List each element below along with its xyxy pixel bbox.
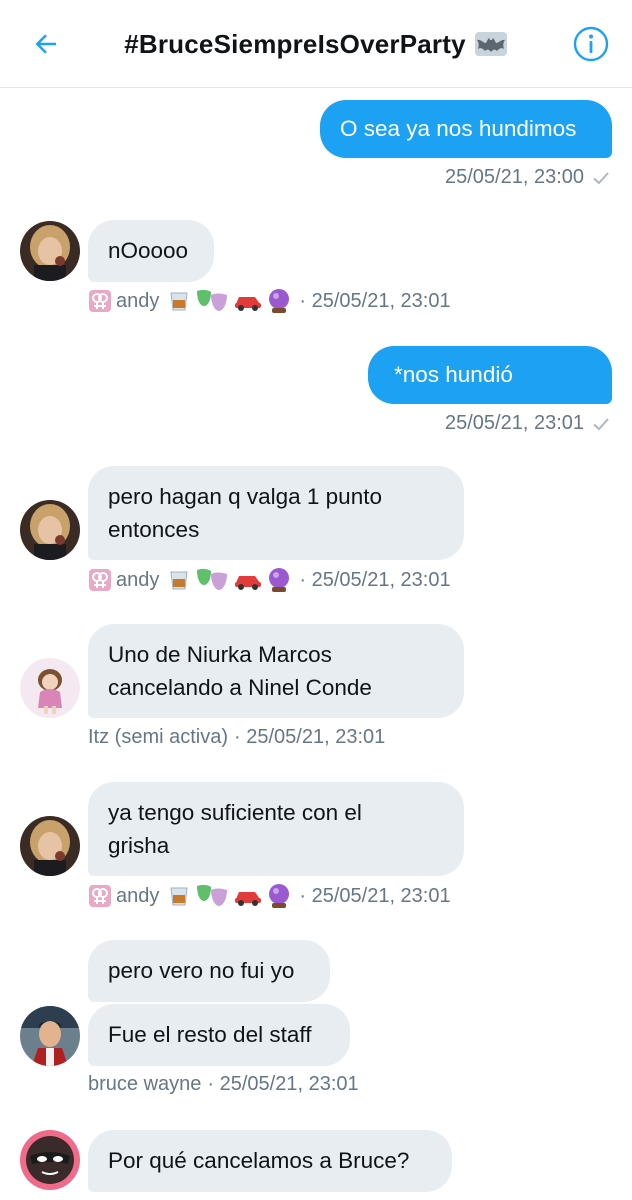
avatar-andy[interactable] — [20, 221, 80, 281]
message-meta: andy · 25/05/21, 23:01 — [88, 288, 451, 314]
red-car-icon — [233, 884, 263, 908]
message-bubble-incoming[interactable]: Fue el resto del staff — [88, 1004, 350, 1066]
sender-name[interactable]: andy — [116, 885, 159, 908]
venus-symbol-icon — [88, 289, 112, 313]
message-bubble-incoming[interactable]: nOoooo — [88, 220, 214, 282]
message-text-line: Uno de Niurka Marcos — [108, 642, 332, 667]
message-meta: 25/05/21, 23:01 — [445, 412, 610, 435]
bat-icon — [474, 31, 508, 57]
avatar-andy[interactable] — [20, 816, 80, 876]
message-text: *nos hundió — [394, 362, 513, 387]
message-bubble-incoming[interactable]: Por qué cancelamos a Bruce? — [88, 1130, 452, 1192]
whisky-glass-icon — [167, 568, 191, 592]
conversation-info-button[interactable] — [572, 25, 610, 63]
crystal-ball-icon — [267, 288, 291, 314]
venus-symbol-icon — [88, 568, 112, 592]
crystal-ball-icon — [267, 883, 291, 909]
message-timestamp: 25/05/21, 23:01 — [444, 412, 584, 434]
message-bubble-incoming[interactable]: pero hagan q valga 1 punto entonces — [88, 466, 464, 560]
message-text-line: entonces — [108, 517, 200, 542]
theater-masks-icon — [195, 567, 229, 593]
venus-symbol-icon — [88, 884, 112, 908]
message-bubble-outgoing[interactable]: O sea ya nos hundimos — [320, 100, 612, 158]
theater-masks-icon — [195, 288, 229, 314]
message-bubble-outgoing[interactable]: *nos hundió — [368, 346, 612, 404]
message-bubble-incoming[interactable]: ya tengo suficiente con el grisha — [88, 782, 464, 876]
chat-header: #BruceSiempreIsOverParty — [0, 0, 632, 88]
sent-check-icon — [592, 416, 610, 432]
message-meta: 25/05/21, 23:00 — [445, 166, 610, 189]
sender-name[interactable]: bruce wayne — [88, 1073, 201, 1096]
message-text-line: ya tengo suficiente con el — [108, 800, 362, 825]
message-timestamp: 25/05/21, 23:00 — [444, 166, 584, 188]
message-text-line: pero hagan q valga 1 punto — [108, 484, 382, 509]
avatar-andy[interactable] — [20, 500, 80, 560]
sender-name[interactable]: Itz (semi activa) — [88, 726, 228, 749]
avatar-robin[interactable] — [20, 1130, 80, 1190]
avatar-itz[interactable] — [20, 658, 80, 718]
red-car-icon — [233, 568, 263, 592]
message-timestamp: · 25/05/21, 23:01 — [234, 726, 386, 748]
theater-masks-icon — [195, 883, 229, 909]
message-timestamp: · 25/05/21, 23:01 — [207, 1073, 359, 1095]
whisky-glass-icon — [167, 884, 191, 908]
sender-name[interactable]: andy — [116, 569, 159, 592]
message-text: Por qué cancelamos a Bruce? — [108, 1148, 410, 1173]
message-meta: bruce wayne · 25/05/21, 23:01 — [88, 1073, 359, 1096]
arrow-left-icon — [35, 34, 56, 54]
avatar-bruce-wayne[interactable] — [20, 1006, 80, 1066]
message-bubble-incoming[interactable]: pero vero no fui yo — [88, 940, 330, 1002]
message-timestamp: · 25/05/21, 23:01 — [299, 289, 451, 312]
red-car-icon — [233, 289, 263, 313]
message-text: nOoooo — [108, 238, 189, 263]
message-text: Fue el resto del staff — [108, 1022, 312, 1047]
sent-check-icon — [592, 170, 610, 186]
message-meta: Itz (semi activa) · 25/05/21, 23:01 — [88, 726, 385, 749]
message-meta: andy · 25/05/21, 23:01 — [88, 883, 451, 909]
message-text-line: cancelando a Ninel Conde — [108, 675, 372, 700]
info-circle-icon — [573, 26, 609, 62]
back-button[interactable] — [24, 22, 68, 66]
message-bubble-incoming[interactable]: Uno de Niurka Marcos cancelando a Ninel … — [88, 624, 464, 718]
message-meta: andy · 25/05/21, 23:01 — [88, 567, 451, 593]
message-timestamp: · 25/05/21, 23:01 — [299, 568, 451, 591]
conversation-title[interactable]: #BruceSiempreIsOverParty — [80, 22, 552, 66]
message-text: O sea ya nos hundimos — [340, 116, 577, 141]
whisky-glass-icon — [167, 289, 191, 313]
message-text: pero vero no fui yo — [108, 958, 295, 983]
conversation-title-text: #BruceSiempreIsOverParty — [124, 28, 466, 59]
message-text-line: grisha — [108, 833, 170, 858]
message-timestamp: · 25/05/21, 23:01 — [299, 884, 451, 907]
sender-name[interactable]: andy — [116, 290, 159, 313]
crystal-ball-icon — [267, 567, 291, 593]
